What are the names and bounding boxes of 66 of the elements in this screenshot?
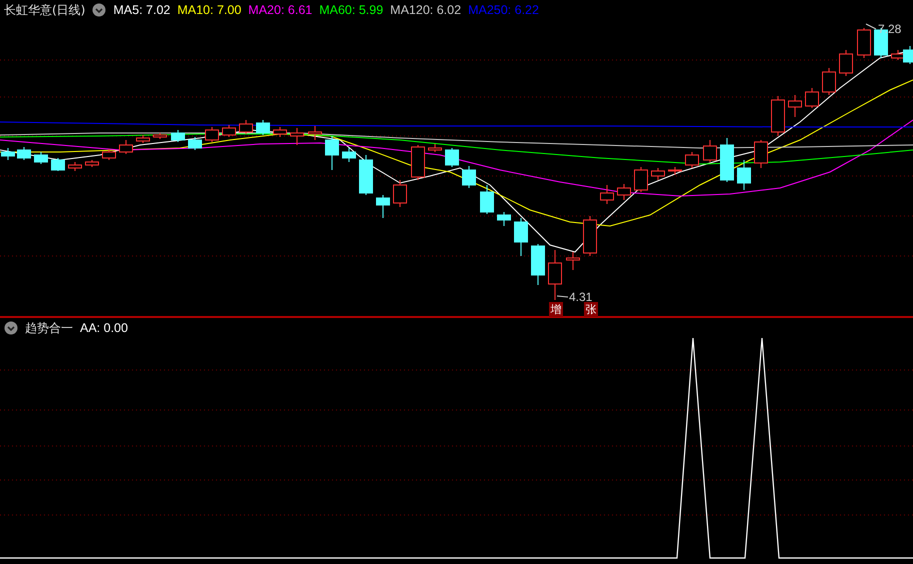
candlestick bbox=[205, 126, 219, 142]
candlestick bbox=[737, 160, 751, 190]
candlestick bbox=[256, 120, 270, 136]
candlestick bbox=[325, 136, 339, 170]
candlestick bbox=[805, 88, 819, 108]
candlestick bbox=[51, 158, 65, 172]
candlestick bbox=[839, 50, 853, 76]
candlestick bbox=[480, 184, 494, 214]
high-price-label: 7.28 bbox=[866, 22, 902, 36]
indicator-value: MA120: 6.02 bbox=[390, 3, 462, 17]
candlestick bbox=[428, 144, 442, 152]
candlestick bbox=[462, 166, 476, 188]
candlestick bbox=[136, 134, 150, 144]
indicator-value: MA60: 5.99 bbox=[319, 3, 384, 17]
stock-title: 长虹华意(日线) bbox=[4, 2, 86, 18]
candlestick bbox=[68, 162, 82, 172]
candlestick bbox=[17, 146, 31, 160]
candlestick bbox=[359, 154, 373, 196]
candlestick bbox=[566, 252, 580, 270]
candlestick bbox=[273, 126, 287, 138]
indicator-value: MA5: 7.02 bbox=[113, 3, 170, 17]
candlestick bbox=[290, 128, 304, 146]
candlestick bbox=[239, 120, 253, 134]
candlestick bbox=[188, 136, 202, 150]
candlestick bbox=[376, 194, 390, 218]
candlestick bbox=[634, 166, 648, 192]
signal-label: 增 bbox=[549, 302, 563, 317]
candlestick bbox=[119, 140, 133, 154]
candlestick bbox=[548, 250, 562, 300]
candlestick bbox=[822, 68, 836, 96]
candlestick bbox=[668, 166, 682, 176]
signal-label: 张 bbox=[584, 302, 598, 317]
candlestick bbox=[720, 138, 734, 182]
candlestick bbox=[617, 184, 631, 200]
candlestick bbox=[583, 216, 597, 256]
candlestick bbox=[308, 126, 322, 140]
dropdown-icon[interactable] bbox=[92, 3, 106, 17]
candlestick bbox=[411, 144, 425, 180]
candlestick bbox=[754, 140, 768, 168]
candlestick bbox=[222, 124, 236, 138]
candlestick bbox=[497, 212, 511, 226]
candlestick bbox=[514, 218, 528, 256]
candlestick bbox=[531, 244, 545, 286]
candlestick bbox=[771, 96, 785, 136]
candlestick bbox=[85, 160, 99, 168]
candlestick bbox=[102, 148, 116, 160]
candlestick bbox=[703, 140, 717, 162]
indicator-reading: AA: 0.00 bbox=[80, 321, 128, 335]
candlestick bbox=[1, 148, 15, 160]
candlestick bbox=[393, 180, 407, 208]
candlestick bbox=[788, 94, 802, 118]
candlestick bbox=[171, 130, 185, 142]
candlestick bbox=[600, 184, 614, 204]
candlestick bbox=[445, 148, 459, 168]
candlestick bbox=[685, 152, 699, 168]
indicator-value: MA250: 6.22 bbox=[468, 3, 539, 17]
indicator-value: MA10: 7.00 bbox=[177, 3, 242, 17]
indicator-title: 趋势合一 bbox=[25, 320, 73, 336]
candlestick bbox=[857, 28, 871, 58]
candlestick bbox=[651, 168, 665, 180]
dropdown-icon[interactable] bbox=[4, 321, 18, 335]
low-price-label: 4.31 bbox=[556, 290, 592, 304]
candlestick bbox=[34, 152, 48, 164]
candlestick bbox=[153, 132, 167, 140]
indicator-value: MA20: 6.61 bbox=[248, 3, 312, 17]
candlestick bbox=[342, 148, 356, 162]
